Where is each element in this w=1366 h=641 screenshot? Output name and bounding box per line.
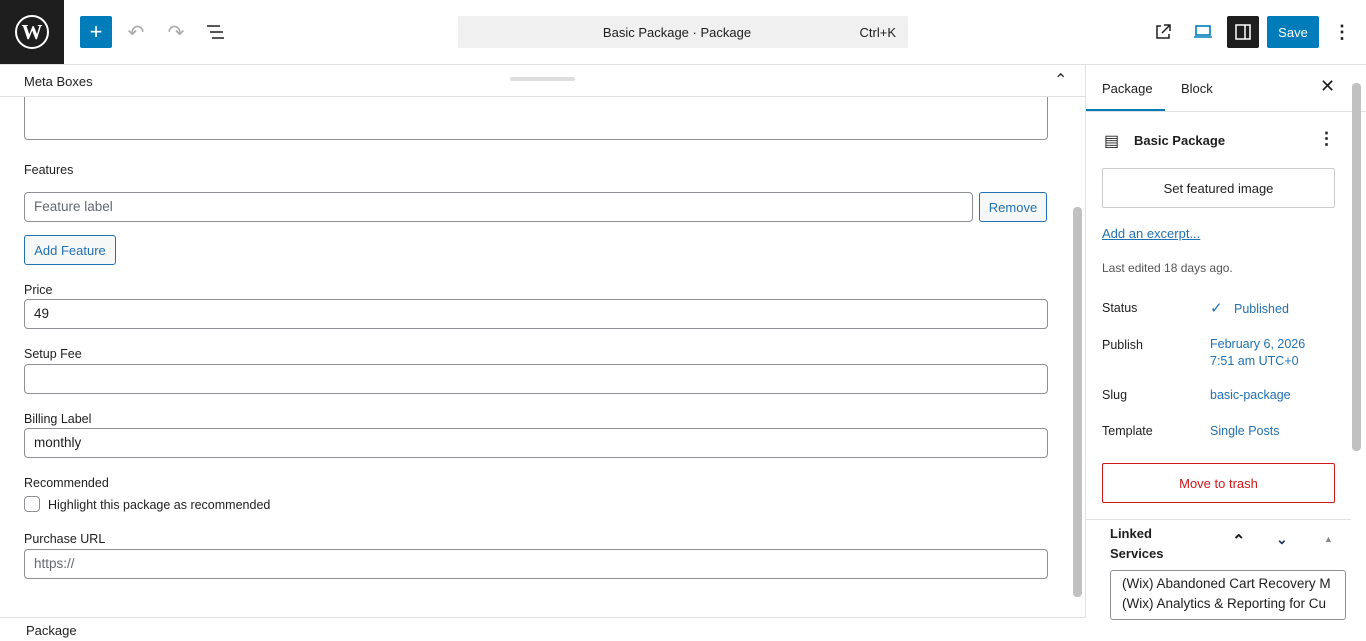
close-icon[interactable]: ✕	[1320, 76, 1335, 97]
move-to-trash-button[interactable]: Move to trash	[1102, 463, 1335, 503]
move-down-chevron-icon[interactable]: ⌄	[1276, 531, 1288, 548]
add-excerpt-link[interactable]: Add an excerpt...	[1102, 226, 1200, 241]
published-check-icon: ✓	[1210, 300, 1223, 317]
recommended-checkbox[interactable]	[24, 496, 40, 512]
list-item[interactable]: (Wix) Abandoned Cart Recovery M	[1122, 574, 1332, 594]
remove-feature-button[interactable]: Remove	[979, 192, 1047, 222]
billing-label-label: Billing Label	[24, 412, 92, 426]
options-menu-icon[interactable]: ⋮	[1326, 16, 1358, 48]
add-feature-button[interactable]: Add Feature	[24, 235, 116, 265]
active-tab-indicator	[1086, 109, 1165, 111]
svg-text:W: W	[22, 20, 43, 44]
breadcrumb-package[interactable]: Package	[26, 623, 77, 638]
document-icon: ▤	[1104, 133, 1120, 150]
set-featured-image-button[interactable]: Set featured image	[1102, 168, 1335, 208]
tab-block[interactable]: Block	[1181, 81, 1213, 96]
publish-time[interactable]: 7:51 am UTC+0	[1210, 354, 1299, 368]
setup-fee-input[interactable]	[24, 364, 1048, 394]
tab-package[interactable]: Package	[1102, 81, 1153, 96]
device-preview-icon[interactable]	[1187, 16, 1219, 48]
linked-services-title: Linked Services	[1110, 526, 1164, 561]
template-label: Template	[1102, 424, 1153, 438]
slug-value[interactable]: basic-package	[1210, 388, 1291, 402]
purchase-url-input[interactable]: https://	[24, 549, 1048, 579]
publish-label: Publish	[1102, 338, 1143, 352]
setup-fee-label: Setup Fee	[24, 347, 82, 361]
feature-label-input[interactable]: Feature label	[24, 192, 973, 222]
meta-boxes-title: Meta Boxes	[24, 74, 93, 89]
top-toolbar: W + ↶ ↷ Basic Package · Package Ctrl+K S…	[0, 0, 1366, 65]
settings-sidebar: Package Block ✕ ▤ Basic Package ⋮ Set fe…	[1086, 65, 1366, 641]
document-title: Basic Package · Package	[602, 25, 752, 40]
last-edited: Last edited 18 days ago.	[1102, 261, 1233, 275]
price-input[interactable]: 49	[24, 299, 1048, 329]
move-up-chevron-icon[interactable]: ⌃	[1232, 531, 1245, 551]
add-block-button[interactable]: +	[80, 16, 112, 48]
sidebar-tabs: Package Block ✕	[1086, 65, 1366, 112]
sidebar-scrollbar[interactable]	[1352, 83, 1361, 451]
resize-handle[interactable]	[510, 77, 575, 81]
purchase-url-label: Purchase URL	[24, 532, 106, 546]
document-overview-icon[interactable]	[200, 16, 232, 48]
publish-date[interactable]: February 6, 2026	[1210, 337, 1305, 351]
recommended-checkbox-label[interactable]: Highlight this package as recommended	[48, 498, 270, 512]
price-label: Price	[24, 283, 53, 297]
footer-breadcrumb: Package	[0, 617, 1086, 641]
editor-main: Meta Boxes ⌃ Features Feature label Remo…	[0, 65, 1086, 617]
wordpress-logo-icon[interactable]: W	[0, 0, 64, 64]
list-item[interactable]: (Wix) Analytics & Reporting for Cu	[1122, 594, 1332, 614]
redo-icon[interactable]: ↷	[160, 16, 192, 48]
undo-icon[interactable]: ↶	[120, 16, 152, 48]
collapse-chevron-icon[interactable]: ⌃	[1054, 70, 1067, 90]
features-label: Features	[24, 163, 74, 177]
template-value[interactable]: Single Posts	[1210, 424, 1279, 438]
settings-sidebar-toggle-icon[interactable]	[1227, 16, 1259, 48]
toggle-panel-icon[interactable]: ▲	[1324, 534, 1333, 544]
slug-label: Slug	[1102, 388, 1128, 402]
post-title: Basic Package	[1134, 133, 1226, 148]
meta-boxes-header[interactable]: Meta Boxes ⌃	[0, 65, 1085, 97]
shortcut-hint: Ctrl+K	[859, 25, 896, 40]
divider	[1086, 519, 1351, 520]
linked-services-list[interactable]: (Wix) Abandoned Cart Recovery M (Wix) An…	[1110, 570, 1346, 620]
view-post-icon[interactable]	[1147, 16, 1179, 48]
billing-label-input[interactable]: monthly	[24, 428, 1048, 458]
textarea[interactable]	[24, 97, 1048, 140]
save-button[interactable]: Save	[1267, 16, 1319, 48]
recommended-label: Recommended	[24, 476, 109, 490]
status-label: Status	[1102, 301, 1138, 315]
command-palette-button[interactable]: Basic Package · Package Ctrl+K	[458, 16, 908, 48]
post-actions-icon[interactable]: ⋮	[1318, 129, 1335, 149]
main-scrollbar[interactable]	[1073, 207, 1082, 597]
status-value[interactable]: Published	[1234, 302, 1289, 316]
